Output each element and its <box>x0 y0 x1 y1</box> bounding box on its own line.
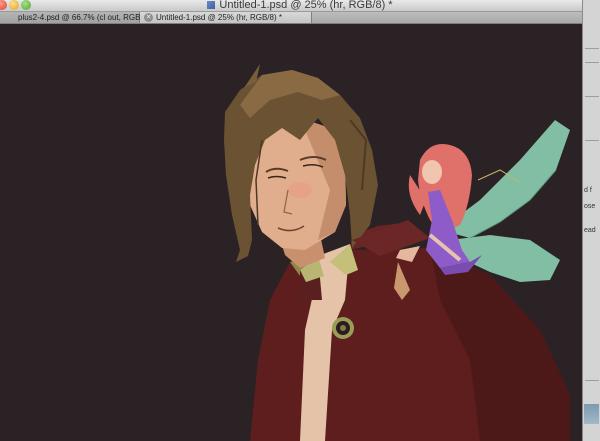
canvas[interactable] <box>0 24 582 441</box>
panel-item-text[interactable]: ead <box>584 226 596 235</box>
tab-label: Untitled-1.psd @ 25% (hr, RGB/8) * <box>156 13 282 22</box>
close-icon[interactable]: ✕ <box>144 13 153 22</box>
document-tab-bar: plus2-4.psd @ 66.7% (cl out, RGB/8) ✕ Un… <box>0 12 582 24</box>
panel-item-text[interactable]: ose <box>584 202 595 211</box>
window-title-text: Untitled-1.psd @ 25% (hr, RGB/8) * <box>219 0 393 11</box>
panel-thumbnail[interactable] <box>584 404 599 424</box>
tab-label: plus2-4.psd @ 66.7% (cl out, RGB/8) <box>18 13 150 22</box>
panel-divider <box>585 48 599 49</box>
panel-divider <box>585 140 599 141</box>
window-title: Untitled-1.psd @ 25% (hr, RGB/8) * <box>0 0 600 11</box>
document-tab-plus2[interactable]: plus2-4.psd @ 66.7% (cl out, RGB/8) <box>0 12 150 23</box>
artwork <box>224 64 570 441</box>
document-icon <box>207 1 216 9</box>
brooch <box>332 317 354 339</box>
panel-divider <box>585 96 599 97</box>
right-panel-strip: d f ose ead <box>582 0 600 441</box>
panel-divider <box>585 62 599 63</box>
document-tab-untitled[interactable]: ✕ Untitled-1.psd @ 25% (hr, RGB/8) * <box>140 12 312 23</box>
panel-item-text[interactable]: d f <box>584 186 592 195</box>
panel-divider <box>585 380 599 381</box>
window-titlebar: Untitled-1.psd @ 25% (hr, RGB/8) * <box>0 0 600 12</box>
